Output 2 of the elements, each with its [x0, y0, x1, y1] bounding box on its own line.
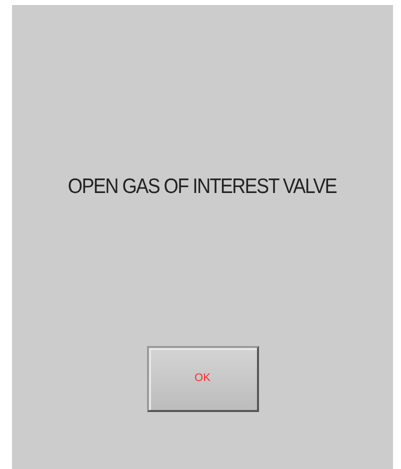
ok-button[interactable]: OK [146, 346, 258, 412]
message-text: OPEN GAS OF INTEREST VALVE [68, 174, 337, 200]
